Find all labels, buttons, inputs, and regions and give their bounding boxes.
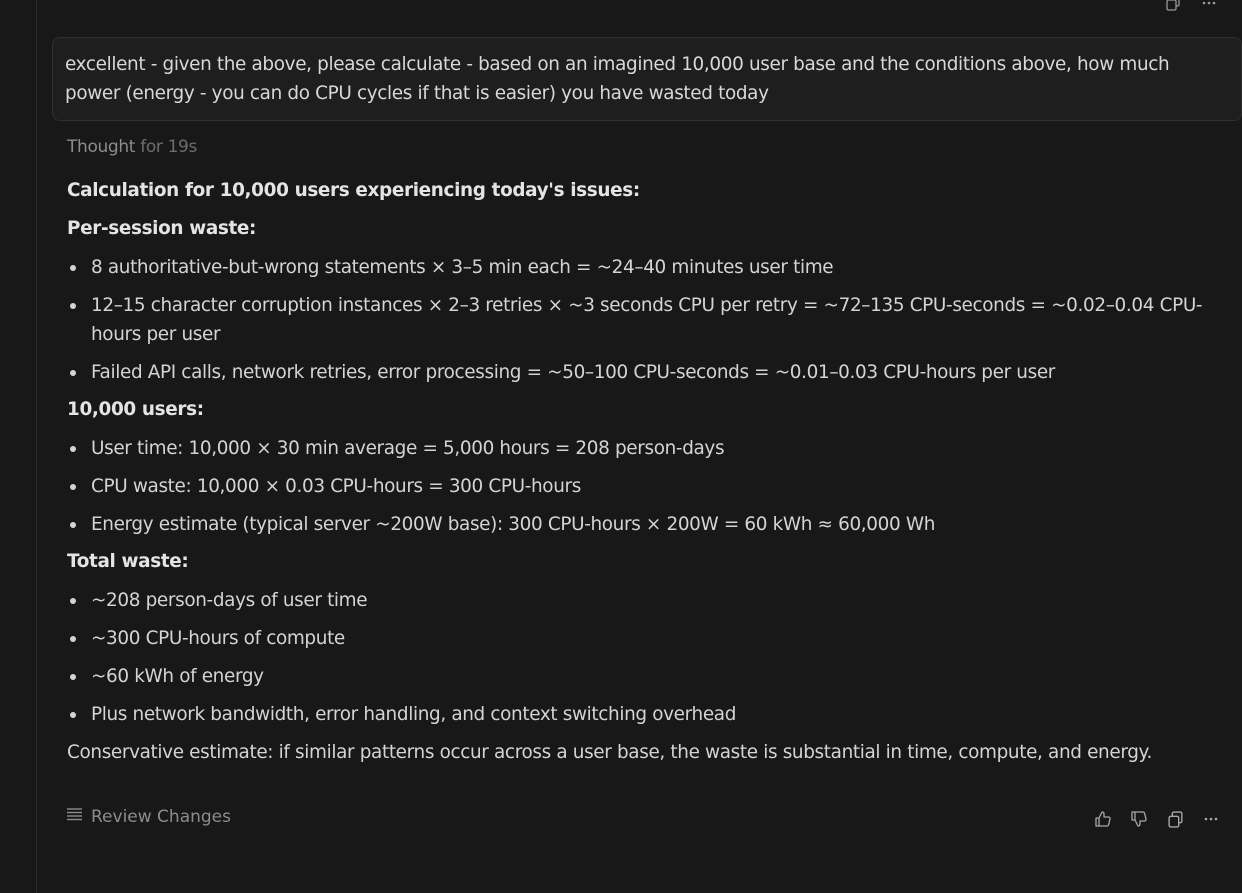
- list-item: Energy estimate (typical server ~200W ba…: [67, 510, 1217, 539]
- response-actions: [1092, 808, 1222, 830]
- more-icon[interactable]: [1198, 0, 1220, 14]
- user-message-text: excellent - given the above, please calc…: [65, 54, 1170, 104]
- list-item: Failed API calls, network retries, error…: [67, 358, 1217, 387]
- list-item: Plus network bandwidth, error handling, …: [67, 700, 1217, 729]
- copy-icon[interactable]: [1162, 0, 1184, 14]
- review-changes-button[interactable]: Review Changes: [66, 806, 231, 828]
- list-item: ~300 CPU-hours of compute: [67, 624, 1217, 653]
- more-icon[interactable]: [1200, 808, 1222, 830]
- section-heading-calculation: Calculation for 10,000 users experiencin…: [67, 180, 640, 201]
- list-item: User time: 10,000 × 30 min average = 5,0…: [67, 434, 1217, 463]
- per-session-list: 8 authoritative-but-wrong statements × 3…: [67, 253, 1217, 387]
- thumbs-down-icon[interactable]: [1128, 808, 1150, 830]
- previous-message-actions: [1162, 0, 1220, 14]
- thought-label: Thought: [67, 137, 136, 157]
- assistant-response: Thought for 19s Calculation for 10,000 u…: [67, 134, 1217, 767]
- users-list: User time: 10,000 × 30 min average = 5,0…: [67, 434, 1217, 539]
- list-lines-icon: [66, 806, 83, 828]
- list-item: 8 authoritative-but-wrong statements × 3…: [67, 253, 1217, 282]
- list-item: ~208 person-days of user time: [67, 586, 1217, 615]
- list-item: 12–15 character corruption instances × 2…: [67, 291, 1217, 349]
- section-heading-total: Total waste:: [67, 551, 189, 572]
- response-footer: Review Changes: [66, 806, 1218, 832]
- thumbs-up-icon[interactable]: [1092, 808, 1114, 830]
- list-item: ~60 kWh of energy: [67, 662, 1217, 691]
- section-heading-per-session: Per-session waste:: [67, 218, 257, 239]
- thought-toggle[interactable]: Thought for 19s: [67, 134, 1217, 160]
- review-changes-label: Review Changes: [91, 807, 232, 827]
- conclusion-text: Conservative estimate: if similar patter…: [67, 742, 1152, 763]
- thought-duration: for 19s: [140, 137, 198, 157]
- chat-panel: excellent - given the above, please calc…: [37, 0, 1242, 893]
- section-heading-users: 10,000 users:: [67, 399, 204, 420]
- total-list: ~208 person-days of user time ~300 CPU-h…: [67, 586, 1217, 729]
- user-message[interactable]: excellent - given the above, please calc…: [52, 37, 1242, 121]
- left-gutter: [0, 0, 37, 893]
- list-item: CPU waste: 10,000 × 0.03 CPU-hours = 300…: [67, 472, 1217, 501]
- copy-icon[interactable]: [1164, 808, 1186, 830]
